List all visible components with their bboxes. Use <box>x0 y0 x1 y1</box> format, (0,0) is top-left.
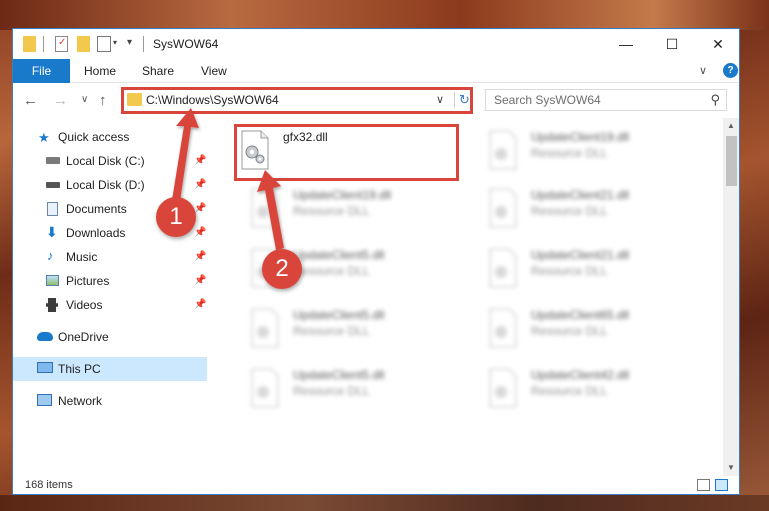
callout-step-2: 2 <box>262 249 302 289</box>
arrow-to-address-bar <box>172 108 199 201</box>
arrow-to-file <box>257 170 284 250</box>
annotation-arrows <box>172 108 284 250</box>
callout-step-1: 1 <box>156 197 196 237</box>
